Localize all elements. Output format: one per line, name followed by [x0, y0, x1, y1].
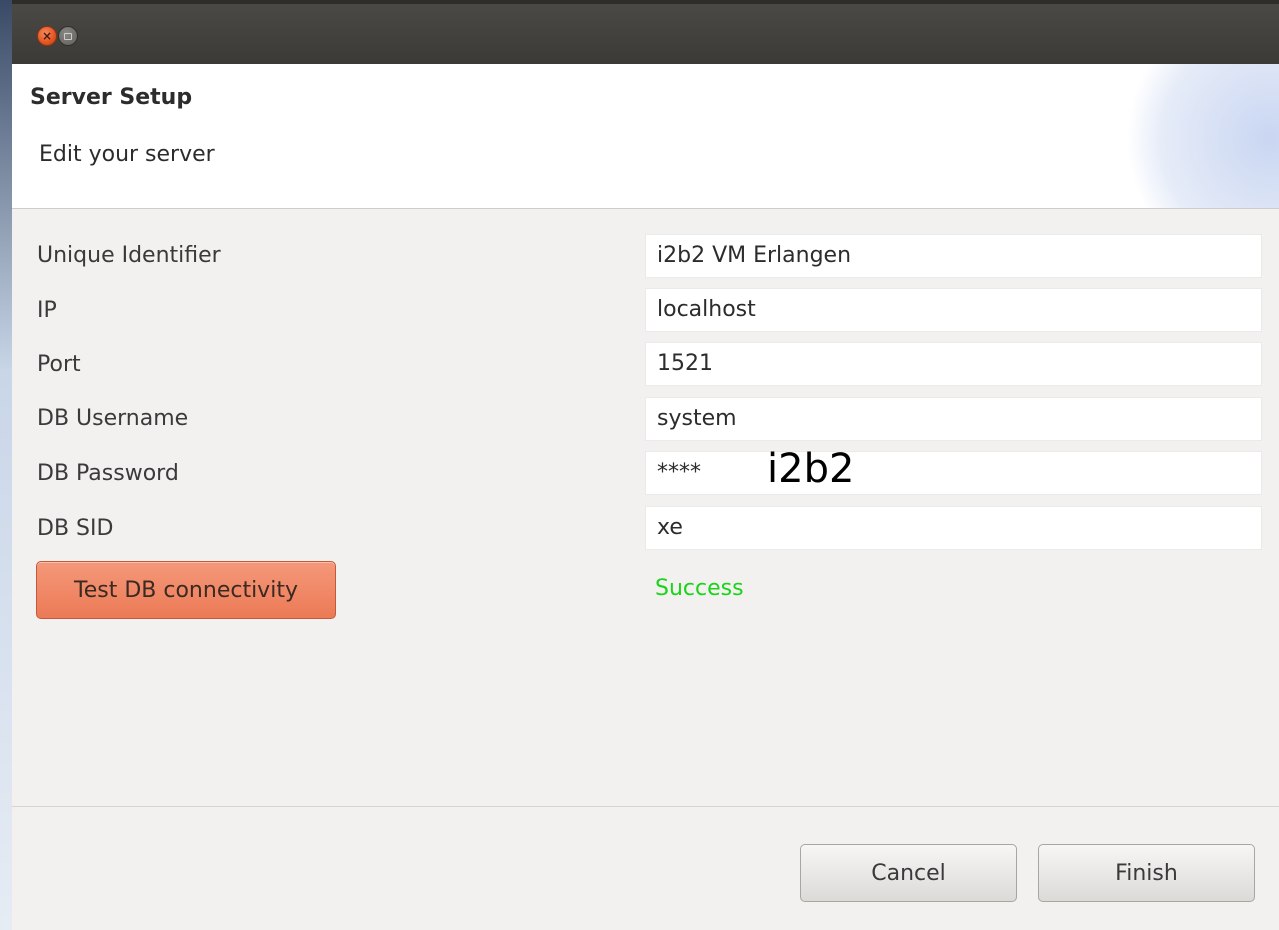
db-username-field[interactable]: system	[645, 397, 1262, 441]
close-glyph: ×	[41, 29, 53, 43]
title-bar: ×	[12, 0, 1279, 64]
close-icon[interactable]: ×	[37, 26, 57, 46]
dialog-header: Server Setup Edit your server	[12, 64, 1279, 208]
server-setup-dialog: × Server Setup Edit your server Unique I…	[12, 0, 1279, 930]
maximize-icon[interactable]	[58, 26, 78, 46]
db-sid-field[interactable]: xe	[645, 506, 1262, 550]
header-divider	[12, 208, 1279, 209]
page-subtitle: Edit your server	[39, 142, 215, 167]
db-password-field[interactable]: ****	[645, 451, 1262, 495]
header-decoration	[1109, 64, 1279, 208]
ip-field[interactable]: localhost	[645, 288, 1262, 332]
unique-identifier-label: Unique Identifier	[37, 243, 221, 268]
finish-button[interactable]: Finish	[1038, 844, 1255, 902]
unique-identifier-field[interactable]: i2b2 VM Erlangen	[645, 234, 1262, 278]
cancel-button[interactable]: Cancel	[800, 844, 1017, 902]
port-label: Port	[37, 352, 81, 377]
password-annotation: i2b2	[767, 446, 855, 492]
test-db-connectivity-button[interactable]: Test DB connectivity	[36, 561, 336, 619]
port-field[interactable]: 1521	[645, 342, 1262, 386]
maximize-square	[64, 32, 72, 40]
ip-label: IP	[37, 298, 57, 323]
db-username-label: DB Username	[37, 406, 189, 431]
footer-divider	[12, 806, 1279, 807]
desktop-background-strip	[0, 0, 12, 930]
page-title: Server Setup	[30, 85, 193, 110]
db-sid-label: DB SID	[37, 516, 114, 541]
db-password-label: DB Password	[37, 461, 179, 486]
connection-status-text: Success	[655, 576, 744, 601]
